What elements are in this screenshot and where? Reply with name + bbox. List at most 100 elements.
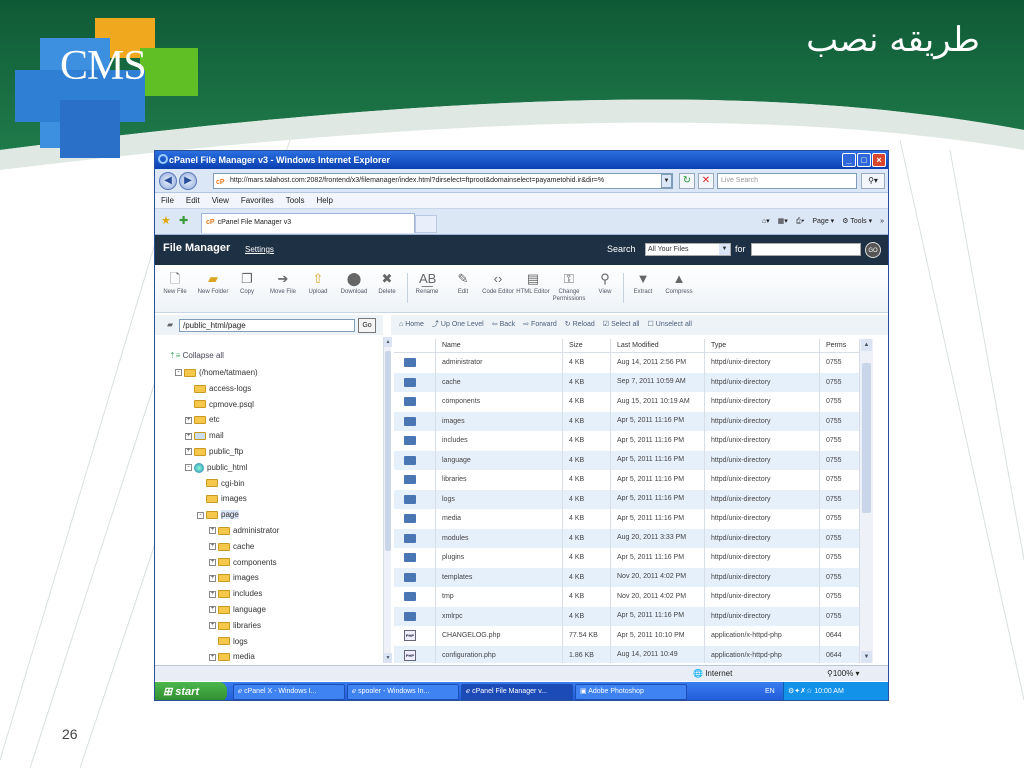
collapse-all-button[interactable]: ⇡≡ Collapse all (169, 351, 224, 360)
search-scope-select[interactable]: All Your Files ▼ (645, 243, 731, 256)
expand-icon[interactable]: + (209, 590, 216, 598)
header-type[interactable]: Type (704, 339, 819, 352)
new-tab-button[interactable] (415, 215, 437, 233)
start-button[interactable]: ⊞ start (155, 682, 227, 700)
copy-button[interactable]: ❐ Copy (229, 271, 265, 296)
collapse-icon[interactable]: - (185, 464, 192, 472)
menu-edit[interactable]: Edit (186, 193, 200, 208)
chevron-more-icon[interactable]: » (880, 215, 884, 229)
print-icon[interactable]: ⎙▾ (796, 215, 805, 229)
scroll-up-icon[interactable]: ▲ (861, 339, 872, 351)
scroll-down-icon[interactable]: ▼ (861, 651, 872, 663)
new-folder-button[interactable]: ▰ New Folder (195, 271, 231, 296)
expand-icon[interactable]: + (185, 448, 192, 456)
menu-favorites[interactable]: Favorites (241, 193, 274, 208)
tree-item[interactable]: + images (209, 572, 259, 584)
search-icon[interactable]: ⚲▾ (861, 173, 885, 189)
live-search-input[interactable]: Live Search (717, 173, 857, 189)
view-button[interactable]: ⚲ View (587, 271, 623, 296)
select-all-action[interactable]: ☑ Select all (603, 315, 640, 335)
path-go-button[interactable]: Go (358, 318, 376, 333)
forward-button[interactable]: ▶ (179, 172, 197, 190)
expand-icon[interactable]: + (185, 432, 192, 440)
search-input[interactable] (751, 243, 861, 256)
expand-icon[interactable]: + (209, 558, 216, 566)
tree-item[interactable]: - page (197, 509, 239, 521)
expand-icon[interactable]: + (209, 653, 216, 661)
expand-icon[interactable]: + (209, 543, 216, 551)
table-row[interactable]: templates 4 KB Nov 20, 2011 4:02 PM httpd/u… (394, 567, 859, 587)
feeds-icon[interactable]: ▦▾ (778, 215, 788, 229)
table-row[interactable]: images 4 KB Apr 5, 2011 11:16 PM httpd/unix… (394, 411, 859, 431)
tree-item[interactable]: + libraries (209, 620, 261, 632)
tree-item[interactable]: + public_ftp (185, 446, 243, 458)
collapse-icon[interactable]: - (197, 511, 204, 519)
menu-file[interactable]: File (161, 193, 174, 208)
collapse-icon[interactable]: - (175, 369, 182, 377)
table-row[interactable]: PHP CHANGELOG.php 77.54 KB Apr 5, 2011 10:1… (394, 626, 859, 646)
table-row[interactable]: libraries 4 KB Apr 5, 2011 11:16 PM httpd/u… (394, 470, 859, 490)
tree-item[interactable]: images (197, 493, 247, 505)
stop-button[interactable]: ✕ (698, 173, 714, 189)
tree-item[interactable]: cgi-bin (197, 478, 245, 490)
refresh-button[interactable]: ↻ (679, 173, 695, 189)
page-menu[interactable]: Page ▾ (812, 215, 834, 229)
maximize-button[interactable]: □ (857, 153, 871, 167)
tree-item[interactable]: logs (209, 636, 248, 648)
tree-item[interactable]: - (/home/tatmaen) (175, 367, 258, 379)
tray-icons[interactable]: ⚙✦✗☆ (788, 688, 812, 695)
table-scrollbar[interactable]: ▲ ▼ (859, 339, 873, 663)
header-size[interactable]: Size (562, 339, 610, 352)
address-input[interactable]: cP http://mars.talahost.com:2082/frontend… (213, 173, 673, 189)
compress-button[interactable]: ▲ Compress (661, 271, 697, 296)
menu-tools[interactable]: Tools (286, 193, 305, 208)
table-row[interactable]: modules 4 KB Aug 20, 2011 3:33 PM httpd/uni… (394, 528, 859, 548)
tree-item[interactable]: + mail (185, 430, 224, 442)
home-action[interactable]: ⌂ Home (399, 315, 424, 335)
tree-item[interactable]: + cache (209, 541, 254, 553)
path-input[interactable]: /public_html/page (179, 319, 355, 332)
html-editor-button[interactable]: ▤ HTML Editor (515, 271, 551, 296)
tools-menu[interactable]: ⚙ Tools ▾ (842, 215, 872, 229)
taskbar-item[interactable]: ℯ spooler - Windows In... (347, 684, 459, 700)
header-last-modified[interactable]: Last Modified (610, 339, 704, 352)
expand-icon[interactable]: + (209, 574, 216, 582)
table-row[interactable]: xmlrpc 4 KB Apr 5, 2011 11:16 PM httpd/unix… (394, 606, 859, 626)
close-button[interactable]: × (872, 153, 886, 167)
table-row[interactable]: components 4 KB Aug 15, 2011 10:19 AM httpd… (394, 392, 859, 412)
zoom-level[interactable]: ⚲100% ▾ (827, 666, 860, 682)
table-row[interactable]: plugins 4 KB Apr 5, 2011 11:16 PM httpd/uni… (394, 548, 859, 568)
table-row[interactable]: includes 4 KB Apr 5, 2011 11:16 PM httpd/un… (394, 431, 859, 451)
unselect-all-action[interactable]: ☐ Unselect all (647, 315, 691, 335)
extract-button[interactable]: ▼ Extract (625, 271, 661, 296)
table-row[interactable]: administrator 4 KB Aug 14, 2011 2:56 PM htt… (394, 353, 859, 373)
edit-button[interactable]: ✎ Edit (445, 271, 481, 296)
change-permissions-button[interactable]: ⚿ Change Permissions (551, 271, 587, 303)
table-row[interactable]: tmp 4 KB Nov 20, 2011 4:02 PM httpd/unix-di… (394, 587, 859, 607)
table-row[interactable]: media 4 KB Apr 5, 2011 11:16 PM httpd/unix-… (394, 509, 859, 529)
upload-button[interactable]: ⇧ Upload (300, 271, 336, 296)
tree-scroll-thumb[interactable] (385, 351, 391, 551)
tree-item[interactable]: + components (209, 557, 277, 569)
home-icon[interactable]: ⌂▾ (762, 215, 770, 229)
tree-item[interactable]: - public_html (185, 462, 247, 474)
tab-cpanel-file-manager[interactable]: cP cPanel File Manager v3 (201, 213, 415, 233)
favorites-star-icon[interactable]: ★ (161, 214, 171, 227)
add-favorite-icon[interactable]: ✚ (179, 214, 188, 227)
scroll-down-icon[interactable]: ▼ (384, 653, 392, 663)
tree-item[interactable]: + media (209, 651, 255, 663)
rename-button[interactable]: A͟B Rename (409, 271, 445, 296)
tree-item[interactable]: + etc (185, 414, 220, 426)
back-button[interactable]: ◀ (159, 172, 177, 190)
new-file-button[interactable]: 🗋 New File (157, 271, 193, 296)
expand-icon[interactable]: + (209, 527, 216, 535)
back-action[interactable]: ⇦ Back (492, 315, 515, 335)
tree-item[interactable]: access-logs (185, 383, 251, 395)
delete-button[interactable]: ✖ Delete (369, 271, 405, 296)
header-name[interactable]: Name (435, 339, 562, 352)
download-button[interactable]: ⬤ Download (336, 271, 372, 296)
forward-action[interactable]: ⇨ Forward (523, 315, 557, 335)
taskbar-item[interactable]: ℯ cPanel X - Windows I... (233, 684, 345, 700)
table-row[interactable]: cache 4 KB Sep 7, 2011 10:59 AM httpd/unix-… (394, 372, 859, 392)
expand-icon[interactable]: + (209, 622, 216, 630)
